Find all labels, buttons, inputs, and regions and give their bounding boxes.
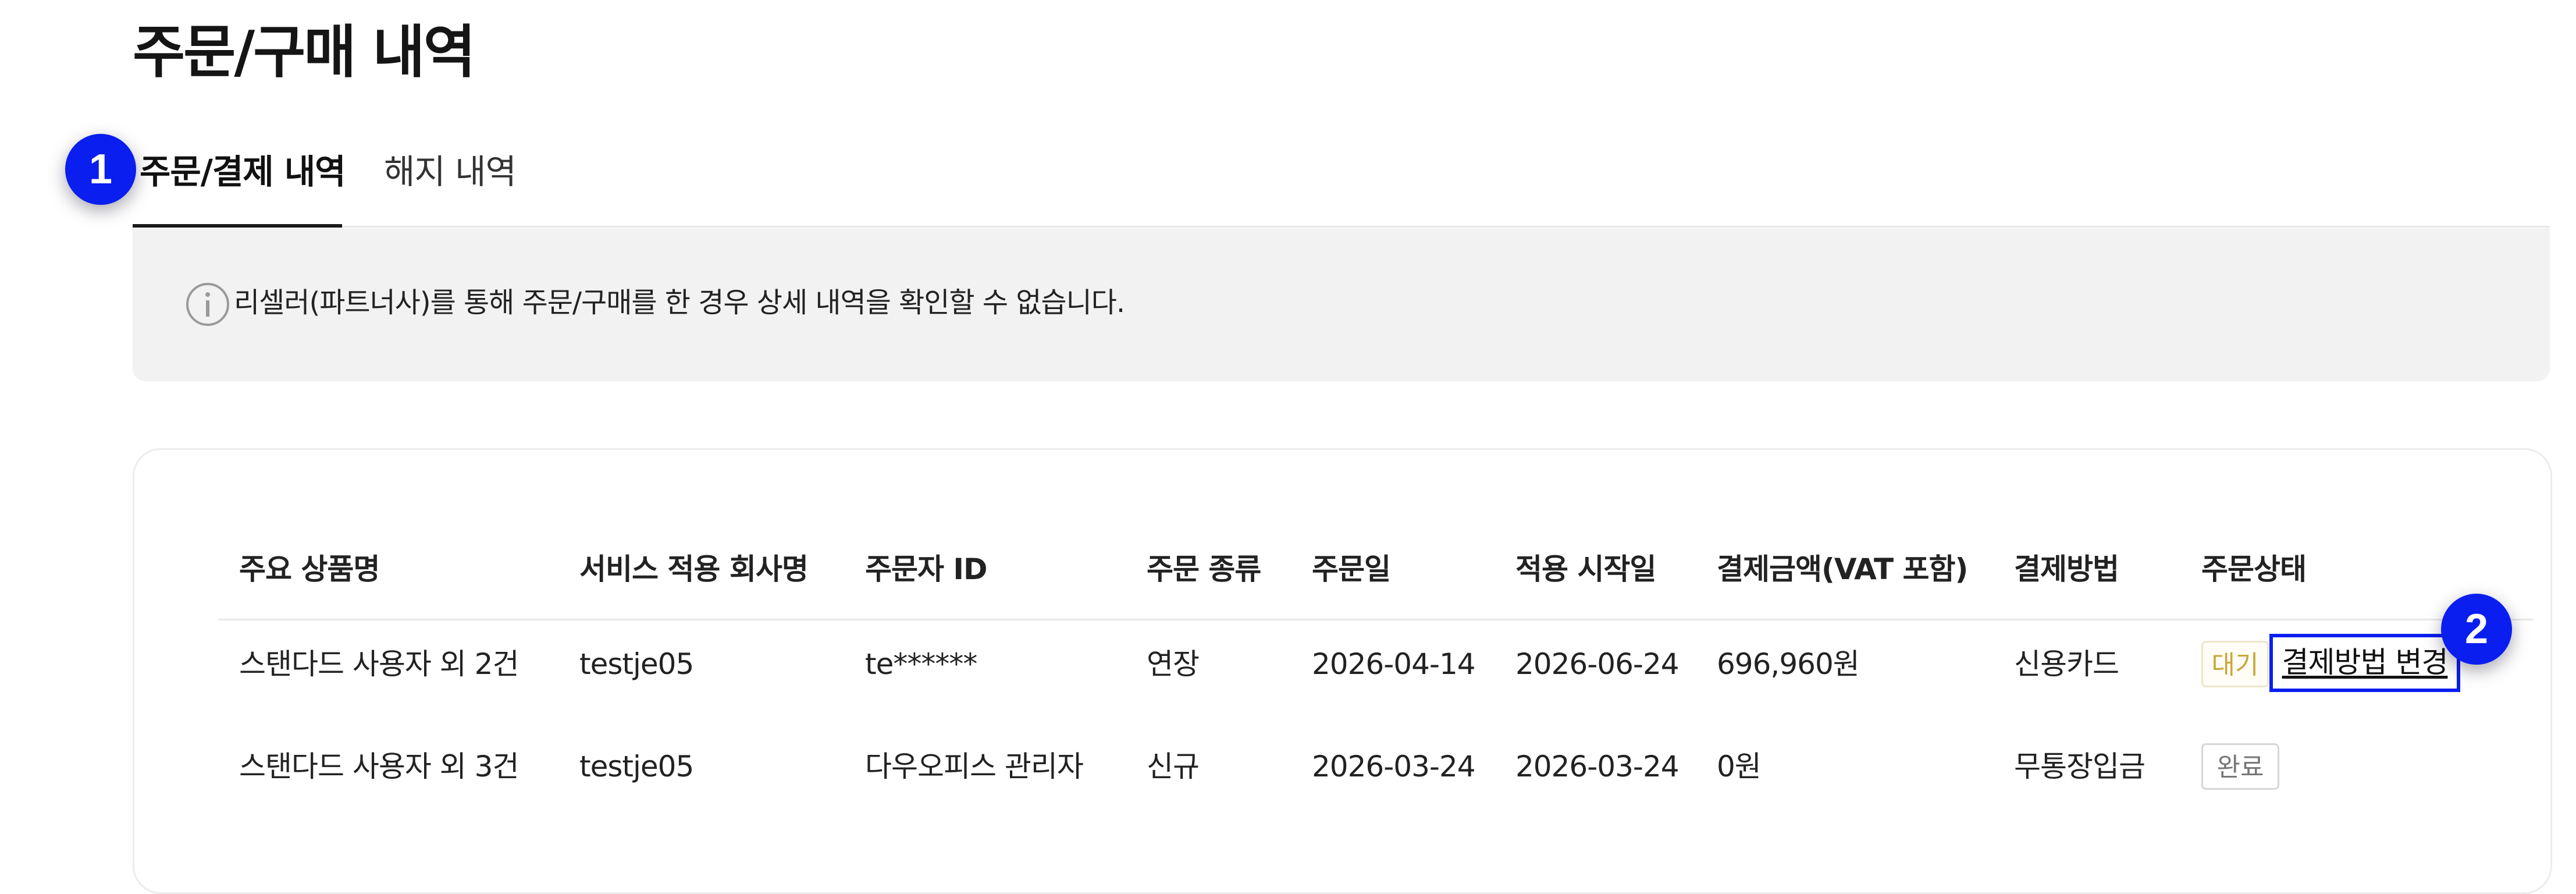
change-payment-method-button[interactable]: 결제방법 변경 bbox=[2269, 634, 2460, 692]
cell-company: testje05 bbox=[579, 647, 694, 681]
header-amount: 결제금액(VAT 포함) bbox=[1717, 552, 1968, 586]
header-order-date: 주문일 bbox=[1312, 552, 1391, 586]
header-payment-method: 결제방법 bbox=[2014, 552, 2119, 586]
step-marker-1: 1 bbox=[65, 134, 136, 205]
change-payment-method-label: 결제방법 변경 bbox=[2282, 645, 2449, 679]
cell-start-date: 2026-03-24 bbox=[1515, 750, 1680, 783]
cell-order-type: 연장 bbox=[1147, 647, 1200, 681]
cell-start-date: 2026-06-24 bbox=[1515, 647, 1680, 681]
cell-amount: 696,960원 bbox=[1717, 647, 1860, 681]
status-badge: 대기 bbox=[2201, 641, 2269, 687]
header-product: 주요 상품명 bbox=[239, 552, 380, 586]
cell-orderer-id: 다우오피스 관리자 bbox=[865, 750, 1084, 783]
info-icon bbox=[186, 283, 229, 326]
tab-cancellation-history[interactable]: 해지 내역 bbox=[384, 128, 517, 226]
cell-company: testje05 bbox=[579, 750, 694, 783]
cell-order-date: 2026-03-24 bbox=[1312, 750, 1476, 783]
header-start-date: 적용 시작일 bbox=[1515, 552, 1656, 586]
cell-payment-method: 무통장입금 bbox=[2014, 750, 2146, 783]
tab-bar: 주문/결제 내역 해지 내역 bbox=[133, 128, 2550, 228]
order-table-card: 주요 상품명 서비스 적용 회사명 주문자 ID 주문 종류 주문일 적용 시작… bbox=[133, 448, 2552, 894]
notice-box: 리셀러(파트너사)를 통해 주문/구매를 한 경우 상세 내역을 확인할 수 없… bbox=[133, 228, 2550, 381]
status-badge: 완료 bbox=[2201, 743, 2279, 790]
tab-order-payment-history[interactable]: 주문/결제 내역 bbox=[133, 128, 346, 228]
header-order-type: 주문 종류 bbox=[1147, 552, 1261, 586]
page-title: 주문/구매 내역 bbox=[133, 19, 476, 86]
notice-text: 리셀러(파트너사)를 통해 주문/구매를 한 경우 상세 내역을 확인할 수 없… bbox=[234, 286, 1125, 319]
cell-order-date: 2026-04-14 bbox=[1312, 647, 1476, 681]
cell-product: 스탠다드 사용자 외 3건 bbox=[239, 750, 519, 783]
step-marker-2: 2 bbox=[2441, 594, 2512, 665]
header-order-status: 주문상태 bbox=[2201, 552, 2307, 586]
header-divider bbox=[218, 619, 2534, 620]
cell-order-type: 신규 bbox=[1147, 750, 1200, 783]
cell-payment-method: 신용카드 bbox=[2014, 647, 2119, 681]
cell-product: 스탠다드 사용자 외 2건 bbox=[239, 647, 519, 681]
cell-amount: 0원 bbox=[1717, 750, 1762, 783]
header-company: 서비스 적용 회사명 bbox=[579, 552, 809, 586]
header-orderer-id: 주문자 ID bbox=[865, 552, 988, 586]
cell-orderer-id: te****** bbox=[865, 647, 977, 681]
